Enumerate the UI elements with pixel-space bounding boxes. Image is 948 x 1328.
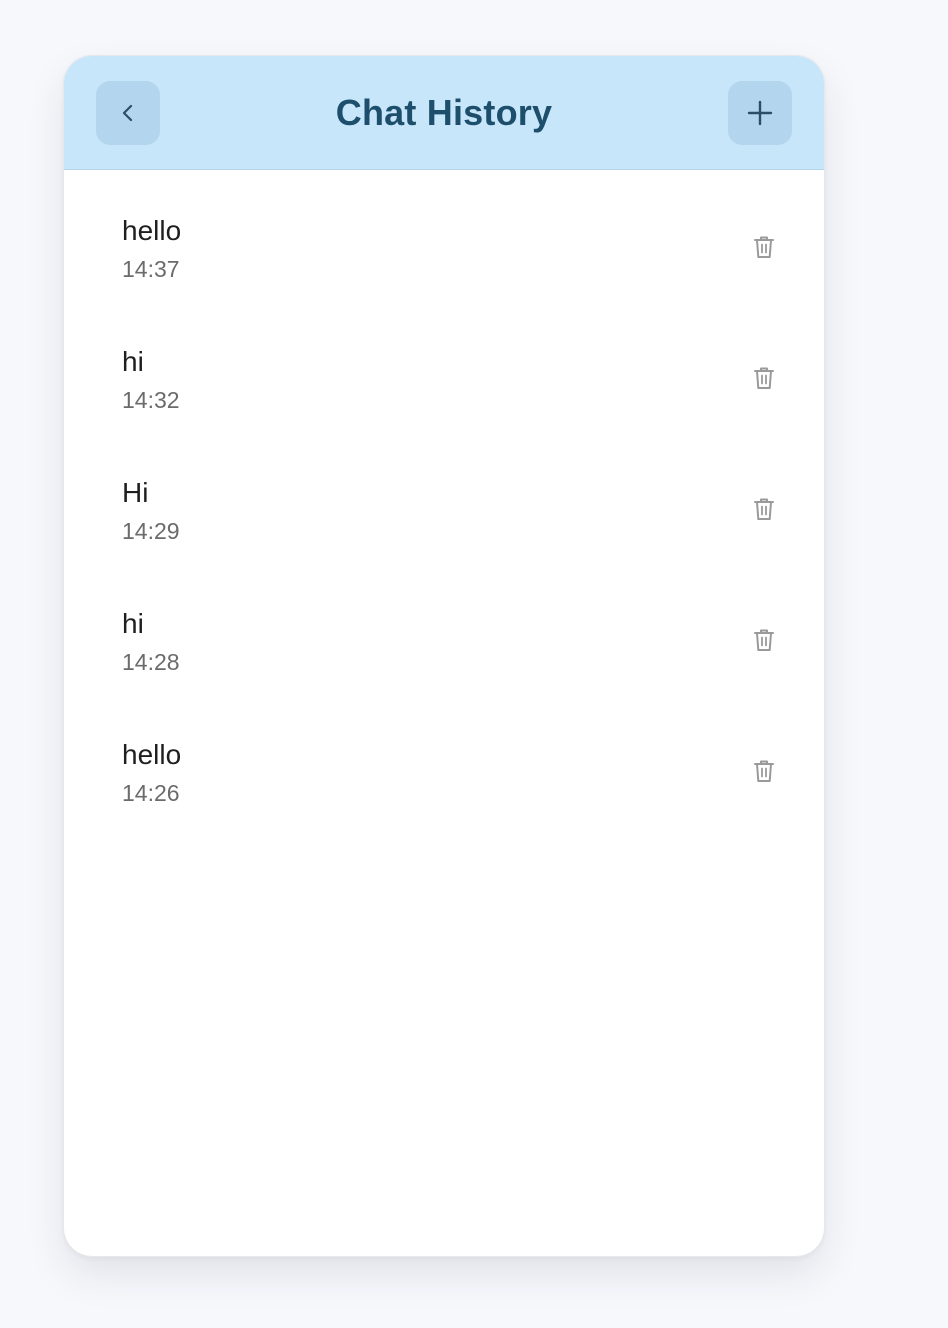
trash-icon <box>754 236 774 258</box>
conversation-time: 14:26 <box>122 780 180 806</box>
conversation-title: hi <box>122 346 144 377</box>
conversation-item[interactable]: hi 14:32 <box>64 301 824 432</box>
conversation-title: hi <box>122 608 144 639</box>
page-title: Chat History <box>335 92 553 133</box>
chat-history-panel: Chat History hello 14:37 hi 14:32 Hi 14:… <box>63 55 825 1257</box>
delete-conversation-button[interactable] <box>744 227 784 267</box>
delete-conversation-button[interactable] <box>744 489 784 529</box>
conversation-time: 14:37 <box>122 256 180 282</box>
trash-icon <box>754 498 774 520</box>
trash-icon <box>754 367 774 389</box>
new-chat-button[interactable] <box>728 81 792 145</box>
conversation-title: Hi <box>122 477 149 508</box>
conversation-item[interactable]: hello 14:26 <box>64 694 824 825</box>
back-button[interactable] <box>96 81 160 145</box>
chevron-left-icon <box>122 104 133 122</box>
conversation-time: 14:28 <box>122 649 180 675</box>
conversation-title: hello <box>122 739 182 770</box>
conversation-time: 14:32 <box>122 387 180 413</box>
trash-icon <box>754 629 774 651</box>
conversation-title: hello <box>122 215 182 246</box>
conversation-time: 14:29 <box>122 518 180 544</box>
plus-icon <box>747 100 773 126</box>
delete-conversation-button[interactable] <box>744 751 784 791</box>
delete-conversation-button[interactable] <box>744 358 784 398</box>
delete-conversation-button[interactable] <box>744 620 784 660</box>
header: Chat History <box>64 56 824 170</box>
conversation-item[interactable]: Hi 14:29 <box>64 432 824 563</box>
trash-icon <box>754 760 774 782</box>
conversation-item[interactable]: hi 14:28 <box>64 563 824 694</box>
conversation-list: hello 14:37 hi 14:32 Hi 14:29 hi 14:28 h… <box>64 170 824 825</box>
conversation-item[interactable]: hello 14:37 <box>64 170 824 301</box>
